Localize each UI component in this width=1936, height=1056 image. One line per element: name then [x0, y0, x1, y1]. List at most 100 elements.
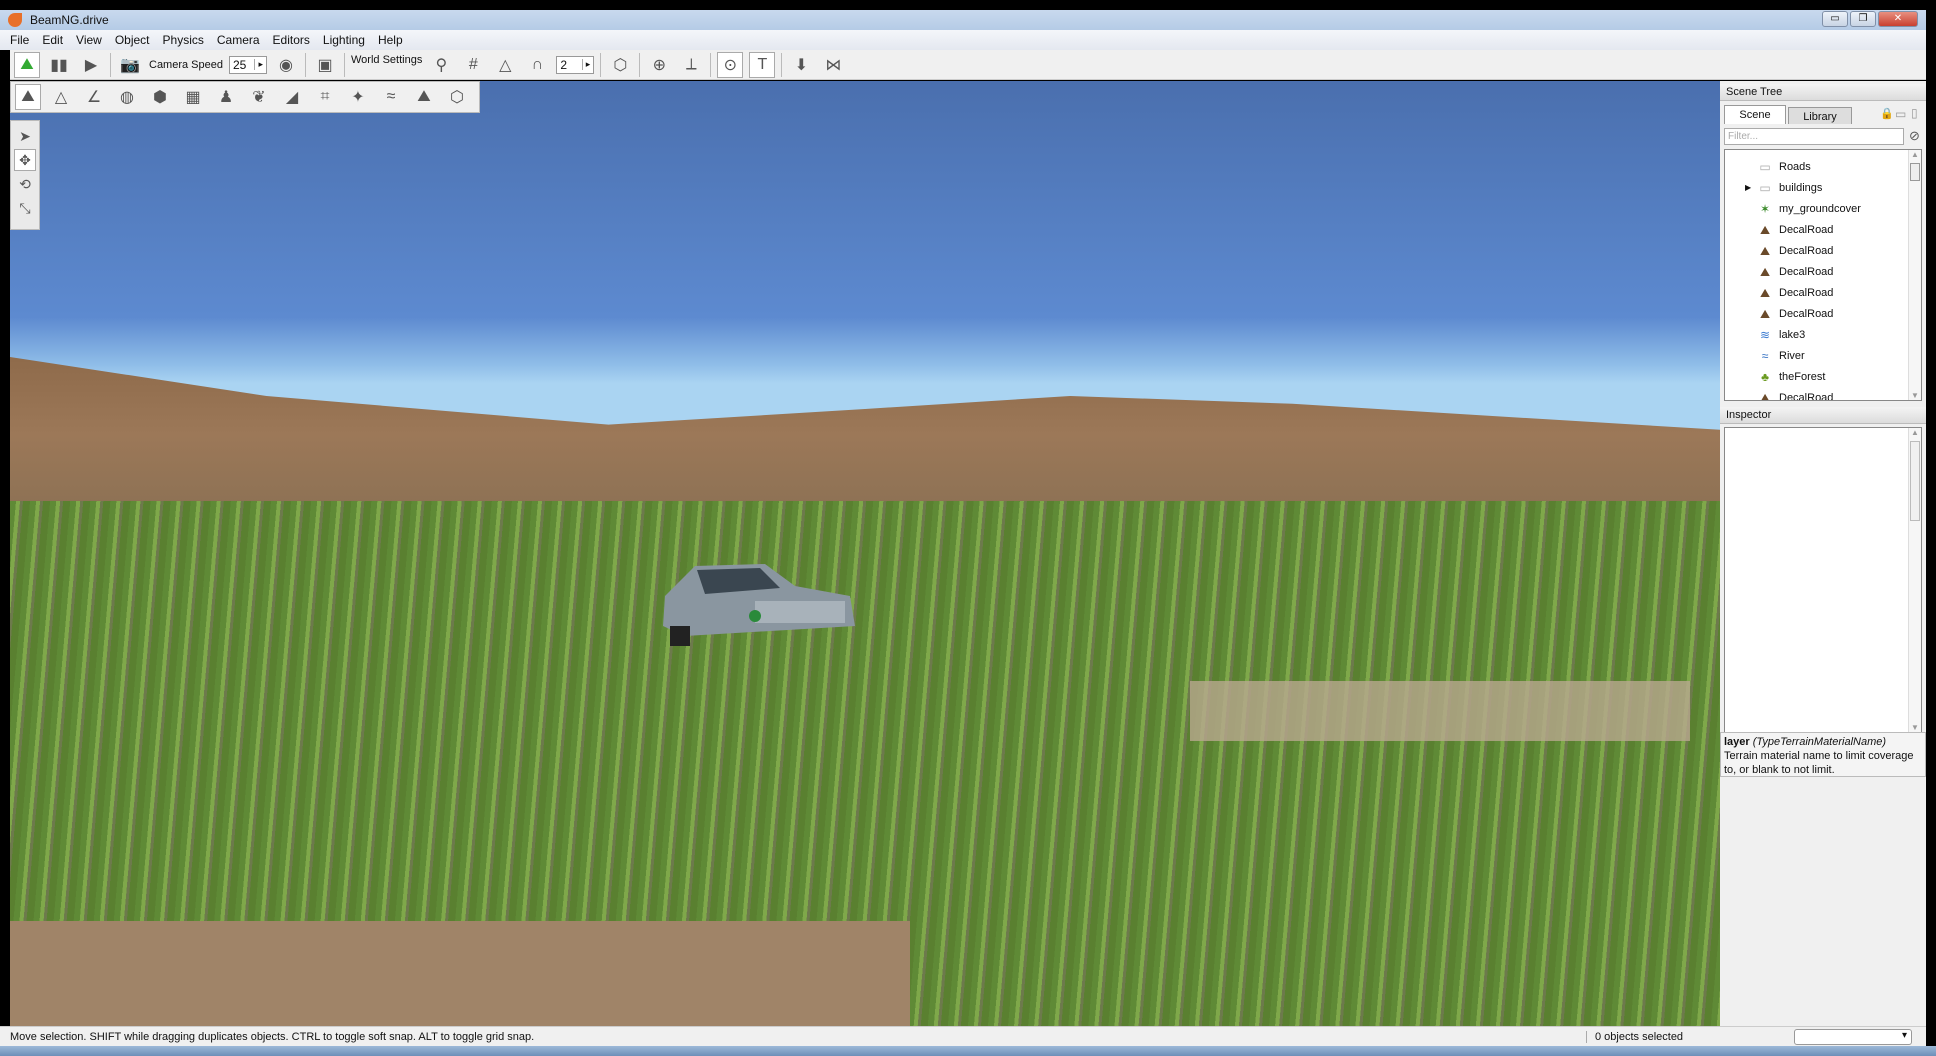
rotate-gizmo-icon[interactable]: ⟲	[14, 173, 36, 195]
snap-bounds-icon[interactable]: △	[492, 52, 518, 78]
menu-file[interactable]: File	[10, 33, 29, 47]
lock-icon[interactable]: 🔒	[1880, 107, 1894, 120]
scrollbar[interactable]: ▲ ▼	[1908, 428, 1921, 732]
tree-item[interactable]: ✶ my_groundcover	[1725, 198, 1921, 219]
snap-terrain-icon[interactable]: ⚲	[428, 52, 454, 78]
tree-item[interactable]: ⛰ DecalRoad	[1725, 219, 1921, 240]
3d-viewport[interactable]	[10, 81, 1720, 1026]
window-title: BeamNG.drive	[30, 13, 109, 27]
material-editor-icon[interactable]: ◍	[114, 84, 140, 110]
play-icon[interactable]: ▶	[78, 52, 104, 78]
divider	[110, 52, 111, 77]
terrain-painter-icon[interactable]: ∠	[81, 84, 107, 110]
object-editor-icon[interactable]: ⛰	[15, 84, 41, 110]
tab-scene[interactable]: Scene	[1724, 105, 1786, 124]
camera-speed-label: Camera Speed	[149, 58, 223, 71]
road-icon: ⛰	[1759, 306, 1771, 321]
tree-item[interactable]: ≈ River	[1725, 345, 1921, 366]
spin-arrow-icon[interactable]: ▸	[581, 59, 594, 70]
visibility-eye-icon[interactable]: ◉	[273, 52, 299, 78]
forest-editor-icon[interactable]: ❦	[246, 84, 272, 110]
text-label-icon[interactable]: T	[749, 51, 776, 78]
filter-input[interactable]: Filter...	[1724, 128, 1904, 145]
bridge-icon[interactable]: ⋈	[820, 52, 846, 78]
restore-button[interactable]: ❐	[1850, 11, 1876, 27]
menu-editors[interactable]: Editors	[273, 33, 310, 47]
camera-frame-icon[interactable]: ▣	[312, 52, 338, 78]
divider	[305, 52, 306, 77]
field-description: layer (TypeTerrainMaterialName) Terrain …	[1720, 732, 1926, 777]
tree-item[interactable]: ▭ Roads	[1725, 156, 1921, 177]
tree-item[interactable]: ▶ ▭ buildings	[1725, 177, 1921, 198]
scale-gizmo-icon[interactable]: ⤡	[14, 197, 36, 219]
gui-editor-icon[interactable]: ▮▮	[46, 52, 72, 78]
select-center-icon[interactable]: ⊙	[717, 51, 744, 78]
world-settings-label[interactable]: World Settings	[351, 54, 422, 66]
tree-item-label: DecalRoad	[1779, 286, 1834, 299]
move-gizmo-icon[interactable]: ✥	[14, 149, 36, 171]
tree-item[interactable]: ⛰ DecalRoad	[1725, 303, 1921, 324]
tree-item-label: DecalRoad	[1779, 265, 1834, 278]
camera-speed-input[interactable]: 25 ▸	[229, 55, 267, 74]
decal-road-icon[interactable]: ⛰	[411, 84, 437, 110]
menu-object[interactable]: Object	[115, 33, 150, 47]
menu-view[interactable]: View	[76, 33, 102, 47]
tree-item-label: my_groundcover	[1779, 202, 1861, 215]
particle-editor-icon[interactable]: ♟	[213, 84, 239, 110]
trash-icon[interactable]: ▯	[1911, 106, 1918, 120]
spin-arrow-icon[interactable]: ▸	[254, 59, 266, 70]
axis-gizmo-icon[interactable]: ⟂	[678, 52, 704, 78]
magnet-icon[interactable]: ∩	[524, 52, 550, 78]
editor-tools-toolbar: ⛰ △ ∠ ◍ ⬢ ▦ ♟ ❦ ◢ ⌗ ✦ ≈ ⛰ ⬡	[10, 81, 480, 113]
tree-item[interactable]: ⛰ DecalRoad	[1725, 282, 1921, 303]
minimize-button[interactable]: ▭	[1822, 11, 1848, 27]
tree-item[interactable]: ♣ theForest	[1725, 366, 1921, 387]
scene-tree-list: ▭ Roads ▶ ▭ buildings ✶ my_groundcover ⛰ DecalRo…	[1724, 149, 1922, 401]
world-editor-icon[interactable]: ⛰	[14, 51, 40, 78]
selection-count: 0 objects selected	[1586, 1030, 1786, 1043]
tab-library[interactable]: Library	[1788, 107, 1852, 124]
select-arrow-icon[interactable]: ➤	[14, 125, 36, 147]
navmesh-editor-icon[interactable]: ⌗	[312, 84, 338, 110]
tree-item[interactable]: ≋ lake3	[1725, 324, 1921, 345]
road-icon: ⛰	[1759, 390, 1771, 401]
river-editor-icon[interactable]: ≈	[378, 84, 404, 110]
close-button[interactable]: ✕	[1878, 11, 1918, 27]
main-toolbar: ⛰ ▮▮ ▶ 📷 Camera Speed 25 ▸ ◉ ▣ World Sett…	[10, 50, 1926, 80]
menu-lighting[interactable]: Lighting	[323, 33, 365, 47]
menu-edit[interactable]: Edit	[42, 33, 63, 47]
camera-speed-value: 25	[233, 57, 247, 72]
field-name: layer	[1724, 736, 1750, 748]
folder-icon: ▭	[1759, 159, 1771, 174]
expand-arrow-icon[interactable]: ▶	[1745, 183, 1751, 192]
shape-editor-icon[interactable]: ⬡	[444, 84, 470, 110]
divider	[710, 52, 712, 77]
scrollbar[interactable]: ▲ ▼	[1908, 150, 1921, 400]
drop-object-icon[interactable]: ⬇	[788, 52, 814, 78]
pivot-icon[interactable]: ⊕	[646, 52, 672, 78]
object-box-icon[interactable]: ⬡	[607, 52, 633, 78]
grid-snap-icon[interactable]: #	[460, 52, 486, 78]
mesh-road-icon[interactable]: ✦	[345, 84, 371, 110]
river-icon: ≈	[1761, 348, 1769, 363]
folder-add-icon[interactable]: ▭	[1895, 107, 1906, 121]
scene-tree-header: Scene Tree	[1720, 84, 1926, 101]
tree-item-label: DecalRoad	[1779, 391, 1834, 401]
datablock-editor-icon[interactable]: ▦	[180, 84, 206, 110]
status-dropdown[interactable]: ▾	[1794, 1028, 1912, 1045]
dirt-patch	[10, 921, 910, 1026]
menu-camera[interactable]: Camera	[217, 33, 260, 47]
sketch-tool-icon[interactable]: ⬢	[147, 84, 173, 110]
taskbar	[0, 1046, 1936, 1056]
tree-item[interactable]: ⛰ DecalRoad	[1725, 240, 1921, 261]
camera-icon[interactable]: 📷	[117, 52, 143, 78]
tree-item[interactable]: ⛰ DecalRoad	[1725, 387, 1921, 401]
snap-value-input[interactable]: 2 ▸	[556, 55, 595, 74]
clear-filter-icon[interactable]: ⊘	[1909, 128, 1920, 144]
vehicle-pickup[interactable]	[655, 556, 855, 651]
decal-editor-icon[interactable]: ◢	[279, 84, 305, 110]
menu-help[interactable]: Help	[378, 33, 403, 47]
menu-physics[interactable]: Physics	[163, 33, 204, 47]
tree-item[interactable]: ⛰ DecalRoad	[1725, 261, 1921, 282]
terrain-editor-icon[interactable]: △	[48, 84, 74, 110]
